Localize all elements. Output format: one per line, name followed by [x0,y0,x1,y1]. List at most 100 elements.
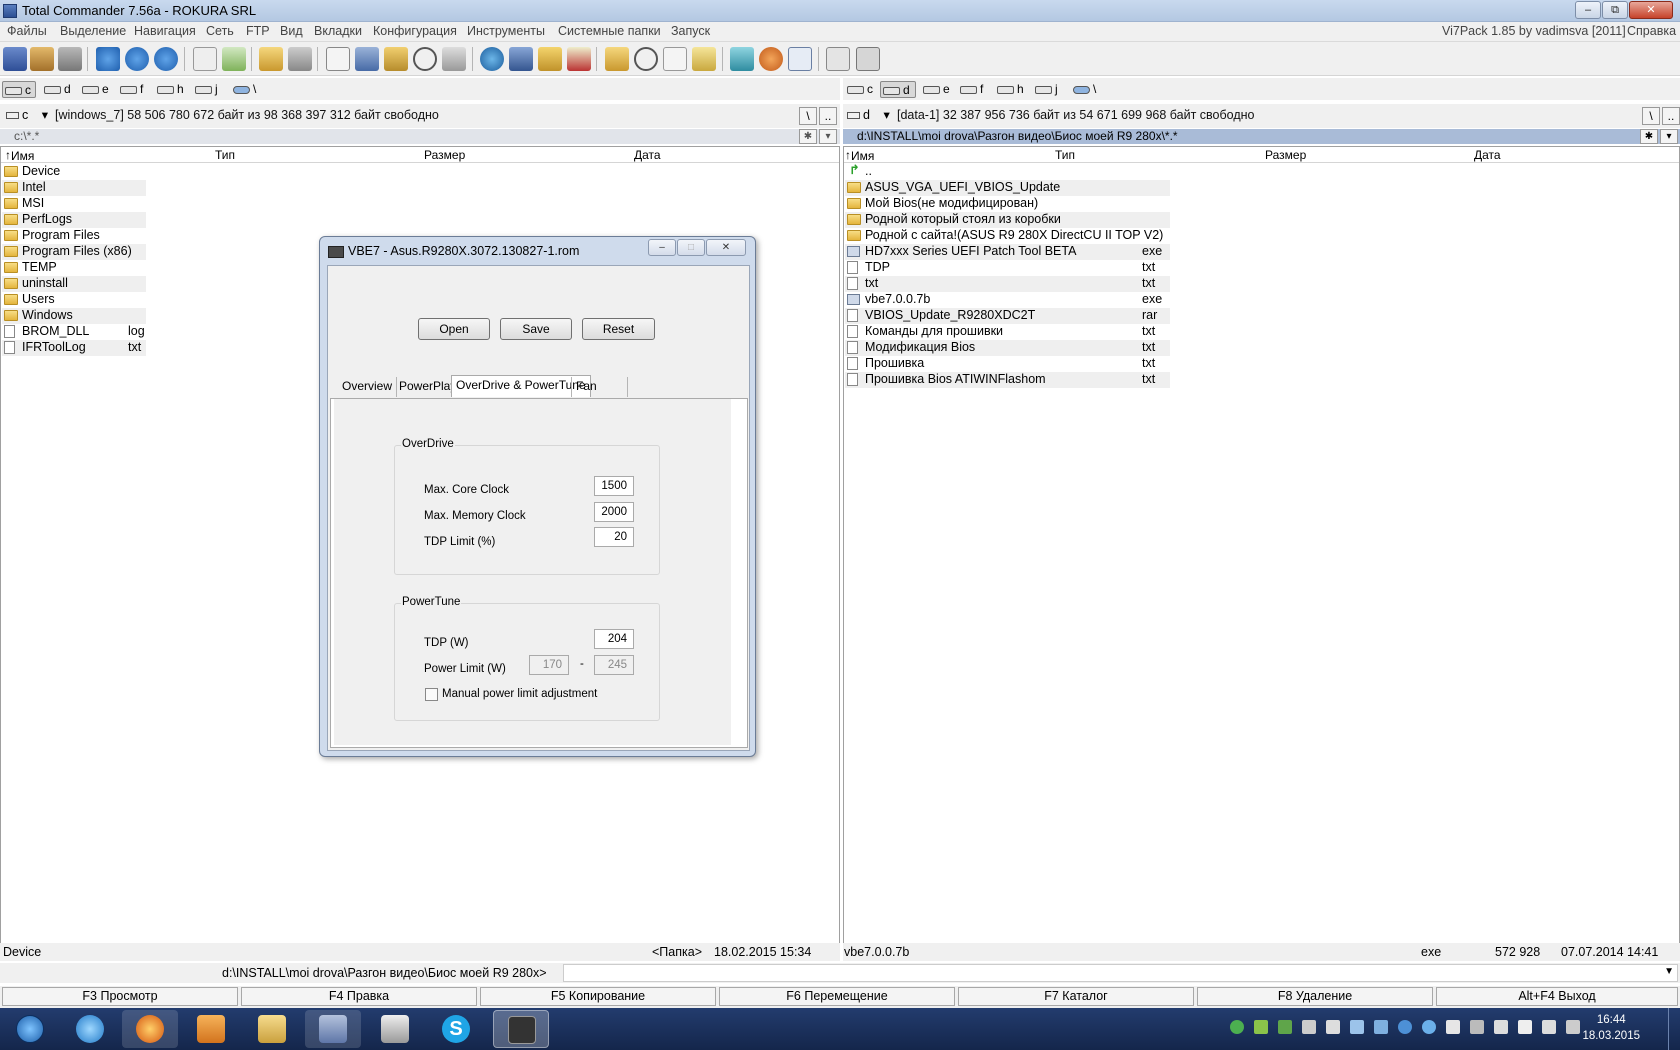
file-row[interactable]: HD7xxx Series UEFI Patch Tool BETA exe [845,244,1170,260]
core-clock-field[interactable]: 1500 [594,476,634,496]
unpack-icon[interactable] [58,47,82,71]
left-drive-f[interactable]: f [118,81,148,98]
file-row[interactable]: Команды для прошивки txt [845,324,1170,340]
menu-configuration[interactable]: Конфигурация [373,24,457,38]
command-input[interactable]: ▼ [563,964,1678,982]
tab-overdrive-powertune[interactable]: OverDrive & PowerTune [451,375,591,397]
internet-explorer-icon[interactable] [62,1010,118,1048]
extra-icon-2[interactable] [759,47,783,71]
left-current-path[interactable]: c:\*.* ✱ ▾ [0,129,840,144]
tray-icon[interactable] [1302,1020,1316,1034]
multirename-icon[interactable] [326,47,350,71]
tray-icon[interactable] [1398,1020,1412,1034]
file-row[interactable]: vbe7.0.0.7b exe [845,292,1170,308]
left-root-button[interactable]: \ [799,107,817,125]
folder-row[interactable]: uninstall [2,276,146,292]
memory-clock-field[interactable]: 2000 [594,502,634,522]
file-row[interactable]: Прошивка Bios ATIWINFlashom txt [845,372,1170,388]
menu-view[interactable]: Вид [280,24,303,38]
file-row[interactable]: TDP txt [845,260,1170,276]
dialog-close-button[interactable]: ✕ [706,239,746,256]
extra-icon-5[interactable] [856,47,880,71]
menu-tabs[interactable]: Вкладки [314,24,362,38]
left-drive-h[interactable]: h [155,81,185,98]
menu-navigation[interactable]: Навигация [134,24,196,38]
col-name[interactable]: ↑ Имя [5,148,34,163]
f8-delete-button[interactable]: F8 Удаление [1197,987,1433,1006]
phone-icon[interactable] [367,1010,423,1048]
tray-icon[interactable] [1278,1020,1292,1034]
tdp-field[interactable]: 204 [594,629,634,649]
right-drive-j[interactable]: j [1033,81,1063,98]
folder-row[interactable]: TEMP [2,260,146,276]
right-drive-e[interactable]: e [921,81,951,98]
settings-icon[interactable] [692,47,716,71]
left-drive-e[interactable]: e [80,81,110,98]
col-type[interactable]: Тип [1055,148,1075,162]
f6-move-button[interactable]: F6 Перемещение [719,987,955,1006]
tray-icon[interactable] [1470,1020,1484,1034]
reset-button[interactable]: Reset [582,318,655,340]
col-size[interactable]: Размер [1265,148,1306,162]
save-button[interactable]: Save [500,318,572,340]
f5-copy-button[interactable]: F5 Копирование [480,987,716,1006]
f7-mkdir-button[interactable]: F7 Каталог [958,987,1194,1006]
skype-icon[interactable]: S [428,1010,484,1048]
folder-row[interactable]: PerfLogs [2,212,146,228]
right-drive-network[interactable]: \ [1071,81,1101,98]
right-history-button[interactable]: ✱ [1640,129,1658,144]
folder-row[interactable]: Родной с сайта!(ASUS R9 280X DirectCU II… [845,228,1170,244]
right-drive-f[interactable]: f [958,81,988,98]
extra-icon-3[interactable] [788,47,812,71]
folder-row[interactable]: Мой Bios(не модифицирован) [845,196,1170,212]
save-icon[interactable] [3,47,27,71]
left-hotlist-button[interactable]: ▾ [819,129,837,144]
folder-row[interactable]: MSI [2,196,146,212]
clock[interactable]: 16:44 18.03.2015 [1582,1012,1640,1044]
menu-network[interactable]: Сеть [206,24,234,38]
menu-tools[interactable]: Инструменты [467,24,545,38]
col-date[interactable]: Дата [1474,148,1501,162]
tray-icon[interactable] [1446,1020,1460,1034]
network-icon[interactable] [1518,1020,1532,1034]
outlook-icon[interactable] [183,1010,239,1048]
search-icon[interactable] [413,47,437,71]
ftp-disconnect-icon[interactable] [509,47,533,71]
col-name[interactable]: ↑ Имя [845,148,874,163]
show-desktop-button[interactable] [1668,1008,1680,1050]
refresh-icon[interactable] [96,47,120,71]
left-drive-c[interactable]: c [2,81,36,98]
right-drive-dropdown[interactable]: d ▾ [847,107,890,122]
tray-icon[interactable] [1494,1020,1508,1034]
col-date[interactable]: Дата [634,148,661,162]
folder-row[interactable]: Windows [2,308,146,324]
file-row[interactable]: Модификация Bios txt [845,340,1170,356]
start-orb-icon[interactable] [2,1010,58,1048]
folder-row[interactable]: Intel [2,180,146,196]
folder-row[interactable]: Device [2,164,146,180]
left-drive-j[interactable]: j [193,81,223,98]
notepad-icon[interactable] [442,47,466,71]
calc-icon[interactable] [663,47,687,71]
ftp-icon[interactable] [384,47,408,71]
file-row[interactable]: VBIOS_Update_R9280XDC2T rar [845,308,1170,324]
f4-edit-button[interactable]: F4 Правка [241,987,477,1006]
tray-icon[interactable] [1422,1020,1436,1034]
tab-fan-profile[interactable]: Fan Profile [571,377,628,411]
compare-icon[interactable] [222,47,246,71]
menu-selection[interactable]: Выделение [60,24,126,38]
explorer-icon[interactable] [244,1010,300,1048]
tray-icon[interactable] [1350,1020,1364,1034]
extra-icon[interactable] [730,47,754,71]
folder-row[interactable]: ASUS_VGA_UEFI_VBIOS_Update [845,180,1170,196]
left-drive-network[interactable]: \ [231,81,261,98]
left-drive-d[interactable]: d [42,81,72,98]
menu-files[interactable]: Файлы [7,24,47,38]
restore-button[interactable]: ⧉ [1602,1,1628,19]
properties-icon[interactable] [567,47,591,71]
total-commander-icon[interactable] [305,1010,361,1048]
close-button[interactable]: ✕ [1629,1,1673,19]
right-hotlist-button[interactable]: ▾ [1660,129,1678,144]
folder-row[interactable]: Program Files (x86) [2,244,146,260]
altf4-exit-button[interactable]: Alt+F4 Выход [1436,987,1678,1006]
